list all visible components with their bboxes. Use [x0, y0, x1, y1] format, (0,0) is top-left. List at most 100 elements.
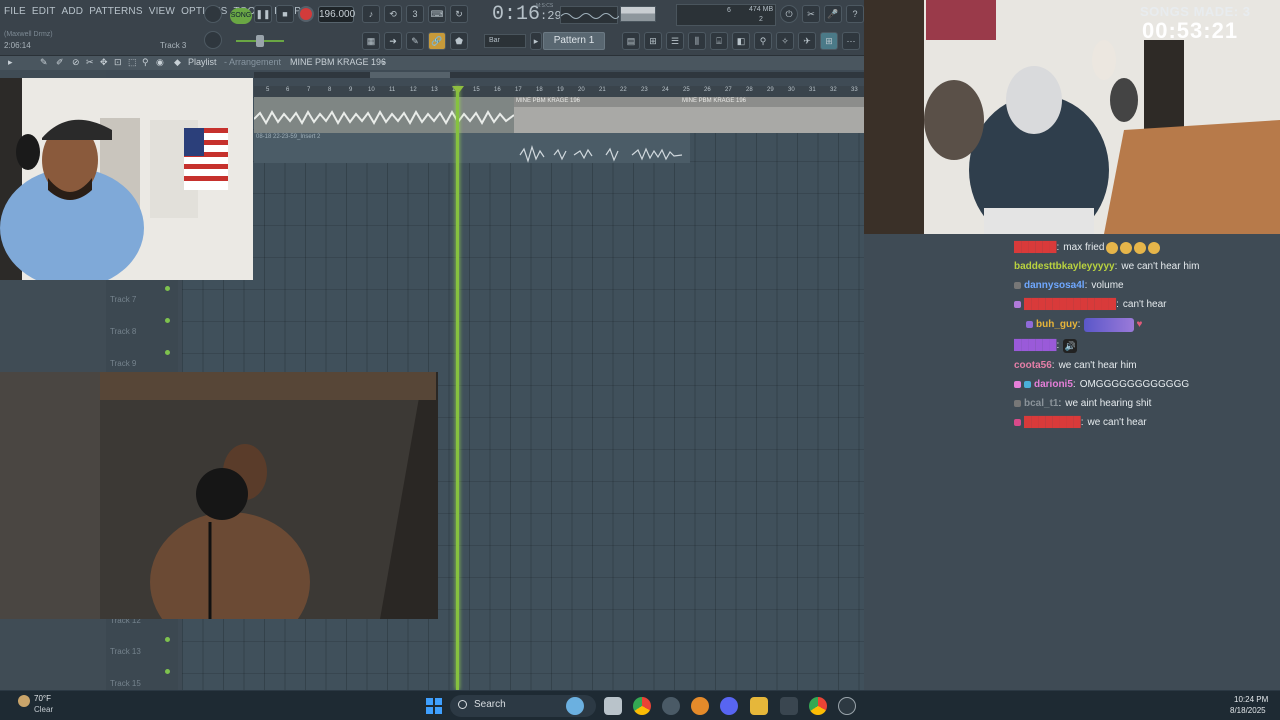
- link-icon[interactable]: 🔗: [428, 32, 446, 50]
- record-button[interactable]: [298, 6, 314, 22]
- menu-view[interactable]: VIEW: [149, 6, 175, 17]
- menu-add[interactable]: ADD: [62, 6, 84, 17]
- snap-selector[interactable]: Bar: [484, 34, 526, 48]
- audio-clip-beat-played[interactable]: [253, 97, 515, 133]
- app-icon[interactable]: [780, 697, 798, 715]
- mixer-icon[interactable]: ✂: [802, 5, 820, 23]
- time-format-label: M:S:CS: [536, 3, 554, 9]
- menu-file[interactable]: FILE: [4, 6, 26, 17]
- piano-roll-icon[interactable]: ⊞: [644, 32, 662, 50]
- more-icon[interactable]: ⋯: [842, 32, 860, 50]
- chat-username[interactable]: bcal_t1: [1024, 394, 1058, 413]
- track-label[interactable]: Track 7: [110, 295, 136, 304]
- track-mute-dot[interactable]: [165, 669, 170, 674]
- track-mute-dot[interactable]: [165, 318, 170, 323]
- track-mute-dot[interactable]: [165, 350, 170, 355]
- track-label[interactable]: Track 9: [110, 359, 136, 368]
- timeline-ruler[interactable]: 5 6 7 8 9 10 11 12 13 14 15 16 17 18 19 …: [254, 86, 864, 97]
- chat-username[interactable]: dannysosa4l: [1024, 276, 1085, 295]
- media-player-icon[interactable]: [838, 697, 856, 715]
- task-view-icon[interactable]: [604, 697, 622, 715]
- chat-username-redacted[interactable]: ██████: [1014, 238, 1057, 257]
- playback-icon[interactable]: ◉: [156, 57, 164, 68]
- playlist-icon[interactable]: ▤: [622, 32, 640, 50]
- menu-patterns[interactable]: PATTERNS: [89, 6, 142, 17]
- playlist-pattern[interactable]: MINE PBM KRAGE 196: [290, 57, 386, 67]
- chrome-icon[interactable]: [633, 697, 651, 715]
- step-edit-icon[interactable]: ⌨: [428, 5, 446, 23]
- paint-icon[interactable]: ✐: [56, 57, 64, 68]
- chat-username[interactable]: baddesttbkayleyyyyy: [1014, 257, 1115, 276]
- windows-start-icon[interactable]: [426, 698, 442, 714]
- draw-icon[interactable]: ✎: [40, 57, 48, 68]
- keyboard-icon[interactable]: ▦: [362, 32, 380, 50]
- master-pitch-knob[interactable]: [204, 5, 222, 23]
- pause-button[interactable]: ❚❚: [254, 5, 272, 23]
- script-icon[interactable]: ✧: [776, 32, 794, 50]
- playhead-marker-icon[interactable]: [452, 86, 464, 94]
- taskbar-clock-time[interactable]: 10:24 PM: [1234, 695, 1268, 704]
- chrome-icon[interactable]: [809, 697, 827, 715]
- slip-icon[interactable]: ✥: [100, 57, 108, 68]
- discord-icon[interactable]: [720, 697, 738, 715]
- playlist-view[interactable]: - Arrangement: [224, 57, 281, 67]
- arrow-right-icon[interactable]: ➜: [384, 32, 402, 50]
- weather-temperature[interactable]: 70°F: [34, 694, 51, 703]
- help-icon[interactable]: ?: [846, 5, 864, 23]
- master-volume-knob[interactable]: [204, 31, 222, 49]
- chat-username[interactable]: coota56: [1014, 356, 1052, 375]
- playlist-scrollbar[interactable]: [254, 72, 864, 78]
- countdown-icon[interactable]: 3: [406, 5, 424, 23]
- copilot-icon[interactable]: [566, 697, 584, 715]
- app-icon[interactable]: [662, 697, 680, 715]
- playlist-arrow-icon[interactable]: ▸: [8, 57, 13, 68]
- fl-studio-icon[interactable]: [691, 697, 709, 715]
- tempo-tapper-icon[interactable]: ⊞: [820, 32, 838, 50]
- loop-record-icon[interactable]: ↻: [450, 5, 468, 23]
- chat-username[interactable]: buh_guy: [1036, 315, 1078, 334]
- online-icon[interactable]: ⏻: [780, 5, 798, 23]
- pattern-prev-icon[interactable]: ▸: [530, 32, 542, 50]
- master-volume-slider-knob[interactable]: [256, 35, 264, 47]
- plugin-picker-icon[interactable]: ⚲: [754, 32, 772, 50]
- select-icon[interactable]: ⬚: [128, 57, 137, 68]
- stamp-icon[interactable]: ⬟: [450, 32, 468, 50]
- playlist-scrollbar-thumb[interactable]: [370, 72, 450, 78]
- taskbar-search-label[interactable]: Search: [474, 699, 506, 710]
- playlist-chevron-icon[interactable]: ›: [382, 57, 385, 67]
- track-label[interactable]: Track 13: [110, 647, 141, 656]
- weather-icon[interactable]: [18, 695, 30, 707]
- chat-username-redacted[interactable]: █████████████: [1024, 295, 1116, 314]
- playhead[interactable]: [456, 86, 459, 690]
- taskbar-clock-date[interactable]: 8/18/2025: [1230, 706, 1266, 715]
- delete-icon[interactable]: ⊘: [72, 57, 80, 68]
- slice-icon[interactable]: ⊡: [114, 57, 122, 68]
- mic-icon[interactable]: 🎤: [824, 5, 842, 23]
- file-explorer-icon[interactable]: [750, 697, 768, 715]
- mixer-window-icon[interactable]: ⫼: [688, 32, 706, 50]
- plugin-database-icon[interactable]: ◧: [732, 32, 750, 50]
- track-label[interactable]: Track 8: [110, 327, 136, 336]
- stop-button[interactable]: ■: [276, 5, 294, 23]
- track-mute-dot[interactable]: [165, 637, 170, 642]
- mute-icon[interactable]: ✂: [86, 57, 94, 68]
- peak-meter: [620, 6, 656, 22]
- ruler-tick: 19: [557, 87, 564, 93]
- draw-tool-icon[interactable]: ✎: [406, 32, 424, 50]
- chat-username-redacted[interactable]: ████████: [1024, 413, 1081, 432]
- wait-input-icon[interactable]: ⟲: [384, 5, 402, 23]
- weather-condition[interactable]: Clear: [34, 705, 53, 714]
- song-mode-toggle[interactable]: SONG: [230, 8, 252, 24]
- tempo-display[interactable]: 196.000: [318, 6, 355, 23]
- touch-keyboard-icon[interactable]: ✈: [798, 32, 816, 50]
- pattern-selector[interactable]: Pattern 1: [543, 32, 605, 50]
- chat-username[interactable]: darioni5: [1034, 375, 1073, 394]
- metronome-icon[interactable]: ♪: [362, 5, 380, 23]
- browser-icon[interactable]: ⌸: [710, 32, 728, 50]
- channel-rack-icon[interactable]: ☰: [666, 32, 684, 50]
- track-mute-dot[interactable]: [165, 286, 170, 291]
- zoom-icon[interactable]: ⚲: [142, 57, 149, 68]
- chat-username-redacted[interactable]: ██████: [1014, 336, 1057, 355]
- menu-edit[interactable]: EDIT: [32, 6, 56, 17]
- track-label[interactable]: Track 15: [110, 679, 141, 688]
